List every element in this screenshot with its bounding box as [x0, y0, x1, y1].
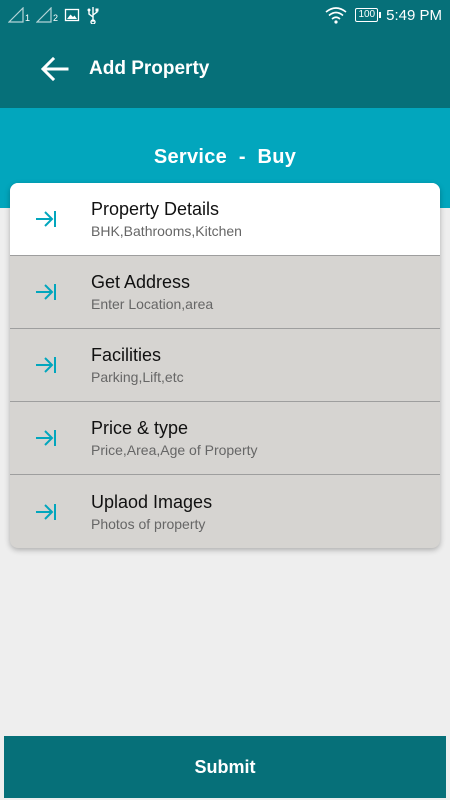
list-item-get-address[interactable]: Get Address Enter Location,area: [10, 256, 440, 329]
item-subtitle: Parking,Lift,etc: [91, 369, 184, 385]
status-left-icons: 1 2: [8, 6, 100, 24]
page-title: Add Property: [89, 58, 210, 79]
image-notification-icon: [64, 8, 80, 22]
status-right-icons: 100 5:49 PM: [325, 6, 442, 24]
arrow-back-icon: [41, 57, 69, 81]
submit-button[interactable]: Submit: [4, 736, 446, 798]
app-bar: Add Property: [0, 30, 450, 108]
item-title: Uplaod Images: [91, 491, 213, 512]
status-bar: 1 2 100 5:49 PM: [0, 0, 450, 30]
list-item-price-type[interactable]: Price & type Price,Area,Age of Property: [10, 402, 440, 475]
item-title: Price & type: [91, 418, 189, 438]
arrow-right-icon: [36, 284, 56, 300]
arrow-right-icon: [36, 211, 56, 227]
signal-icon: [8, 7, 24, 23]
sim2-signal: 2: [36, 7, 58, 23]
item-subtitle: Price,Area,Age of Property: [91, 442, 258, 458]
item-title: Get Address: [91, 272, 191, 292]
property-steps-list: Property Details BHK,Bathrooms,Kitchen G…: [10, 183, 440, 548]
list-item-facilities[interactable]: Facilities Parking,Lift,etc: [10, 329, 440, 402]
item-subtitle: BHK,Bathrooms,Kitchen: [91, 223, 242, 239]
status-time: 5:49 PM: [386, 6, 442, 24]
item-title: Facilities: [91, 345, 162, 365]
sim1-signal: 1: [8, 7, 30, 23]
back-button[interactable]: [35, 49, 75, 89]
list-item-property-details[interactable]: Property Details BHK,Bathrooms,Kitchen: [10, 183, 440, 256]
item-title: Property Details: [91, 199, 220, 219]
item-subtitle: Enter Location,area: [91, 296, 214, 312]
arrow-right-icon: [36, 357, 56, 373]
service-title: Service - Buy: [153, 146, 297, 168]
wifi-icon: [325, 7, 347, 24]
arrow-right-icon: [36, 430, 56, 446]
usb-icon: [87, 7, 99, 24]
battery-indicator: 100: [355, 8, 381, 22]
item-subtitle: Photos of property: [91, 515, 206, 532]
signal-icon: [36, 7, 52, 23]
sim2-label: 2: [53, 13, 59, 23]
list-item-upload-images[interactable]: Uplaod Images Photos of property: [10, 475, 440, 548]
sim1-label: 1: [25, 13, 31, 23]
arrow-right-icon: [36, 503, 56, 520]
